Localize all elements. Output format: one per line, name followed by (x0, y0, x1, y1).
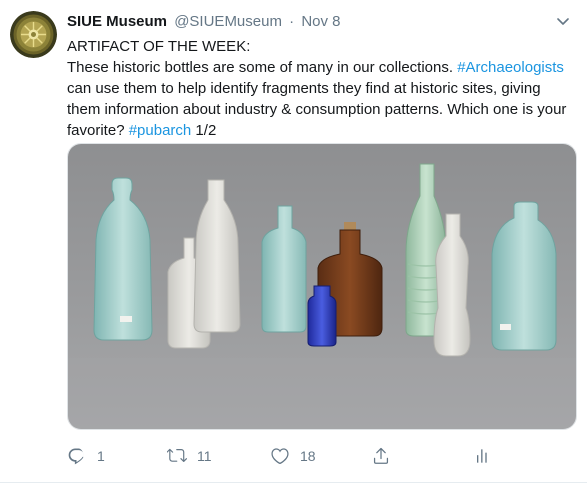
hashtag-pubarch[interactable]: #pubarch (129, 122, 192, 139)
thread-counter: 1/2 (191, 122, 217, 139)
like-button[interactable]: 18 (270, 444, 316, 468)
tweet-text-line-5: favorite? #pubarch 1/2 (67, 120, 577, 141)
hashtag-archaeologists[interactable]: #Archaeologists (457, 59, 564, 76)
tweet-text-line-2-body: These historic bottles are some of many … (67, 59, 458, 76)
tweet-text: ARTIFACT OF THE WEEK: These historic bot… (67, 36, 577, 141)
analytics-button[interactable] (472, 444, 492, 468)
museum-logo-icon (10, 11, 57, 58)
tweet-actions: 1 11 18 (67, 444, 577, 468)
tweet-text-line-1: ARTIFACT OF THE WEEK: (67, 38, 251, 55)
tweet-text-line-3: can use them to help identify fragments … (67, 80, 541, 97)
share-button[interactable] (371, 444, 391, 468)
reply-count: 1 (97, 448, 105, 464)
avatar[interactable] (10, 11, 57, 58)
chevron-down-icon (557, 18, 569, 25)
heart-icon (271, 448, 289, 465)
tweet-text-line-2: These historic bottles are some of many … (67, 57, 577, 78)
share-icon (373, 447, 389, 464)
retweet-icon (167, 448, 187, 463)
separator-dot: · (289, 13, 295, 30)
tweet-text-line-4: them information about industry & consum… (67, 101, 567, 118)
author-handle[interactable]: @SIUEMuseum (174, 13, 282, 30)
tweet-text-line-5-body: favorite? (67, 122, 129, 139)
bottles-photo (68, 144, 576, 429)
tweet-photo[interactable] (67, 143, 577, 430)
more-options-button[interactable] (555, 11, 571, 33)
retweet-count: 11 (197, 448, 212, 464)
like-count: 18 (300, 448, 316, 464)
reply-button[interactable]: 1 (67, 444, 105, 468)
retweet-button[interactable]: 11 (167, 444, 212, 468)
tweet-header: SIUE Museum @SIUEMuseum · Nov 8 (67, 11, 573, 33)
reply-icon (68, 448, 84, 465)
tweet-date[interactable]: Nov 8 (301, 13, 340, 30)
analytics-icon (477, 449, 487, 463)
tweet[interactable]: SIUE Museum @SIUEMuseum · Nov 8 ARTIFACT… (0, 0, 587, 483)
author-name[interactable]: SIUE Museum (67, 13, 167, 30)
